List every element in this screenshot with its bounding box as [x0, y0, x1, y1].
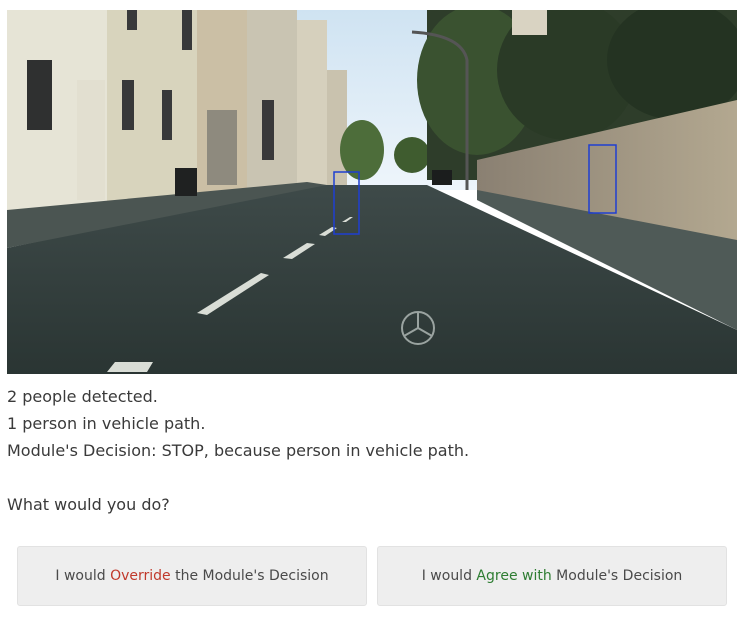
override-prefix: I would [55, 568, 111, 584]
people-detected-text: 2 people detected. [7, 387, 158, 406]
question-text: What would you do? [7, 495, 170, 514]
street-scene-image [7, 10, 737, 374]
agree-decision-button[interactable]: I would Agree with Module's Decision [377, 546, 727, 606]
agree-prefix: I would [421, 568, 477, 584]
module-decision-text: Module's Decision: STOP, because person … [7, 441, 470, 460]
override-highlight: Override [110, 568, 171, 584]
override-decision-button[interactable]: I would Override the Module's Decision [17, 546, 367, 606]
parked-car [432, 170, 452, 185]
detection-info: 2 people detected. 1 person in vehicle p… [7, 383, 469, 518]
override-suffix: the Module's Decision [170, 568, 329, 584]
person-in-path-text: 1 person in vehicle path. [7, 414, 206, 433]
agree-highlight: Agree with [476, 568, 552, 584]
trash-bin [175, 168, 197, 196]
agree-suffix: Module's Decision [551, 568, 683, 584]
